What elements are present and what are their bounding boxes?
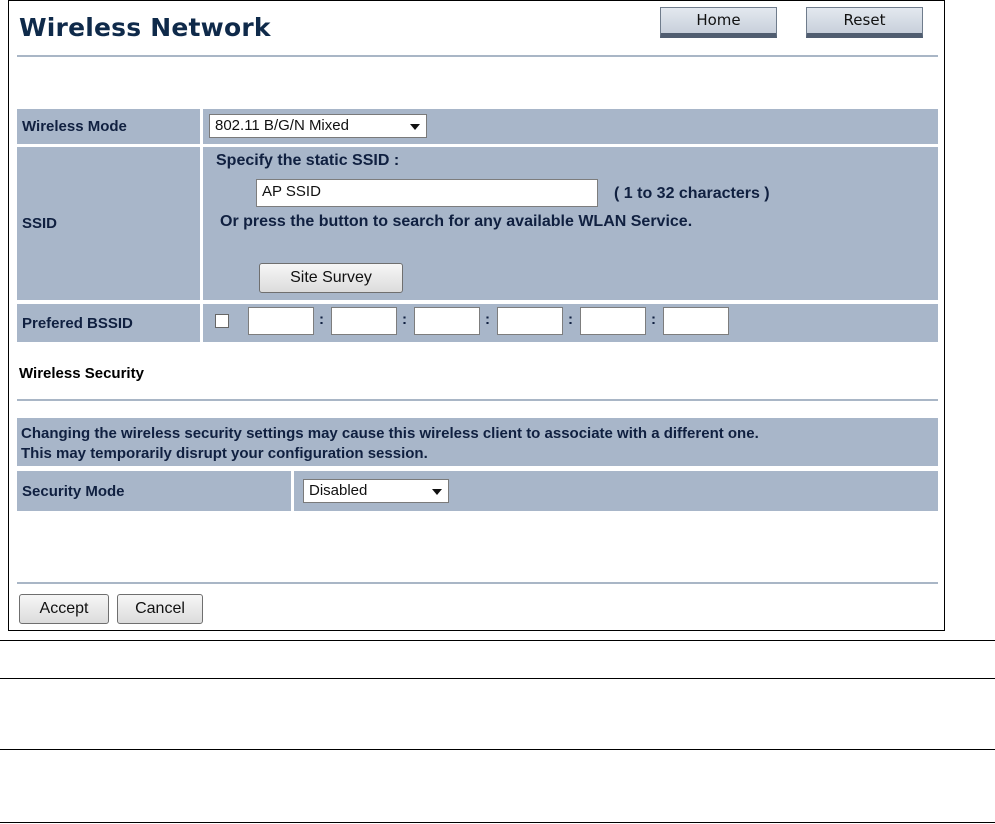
bssid-octet-4[interactable] [497,307,563,335]
ssid-search-text: Or press the button to search for any av… [220,213,693,230]
bssid-octet-6[interactable] [663,307,729,335]
bssid-octet-3[interactable] [414,307,480,335]
bssid-separator: : [568,311,573,328]
security-warning-line2: This may temporarily disrupt your config… [21,445,428,462]
bssid-octet-2[interactable] [331,307,397,335]
home-button[interactable]: Home [660,7,777,38]
preferred-bssid-checkbox[interactable] [215,314,229,328]
page-title: Wireless Network [19,13,271,42]
page-rule [0,640,995,641]
security-mode-value: Disabled [309,482,368,499]
security-warning-row: Changing the wireless security settings … [17,418,938,466]
title-divider [17,55,938,57]
bssid-separator: : [319,311,324,328]
security-mode-row: Security Mode Disabled [17,471,938,511]
security-mode-label: Security Mode [17,471,291,511]
bssid-octet-5[interactable] [580,307,646,335]
ssid-specify-text: Specify the static SSID : [216,152,400,169]
security-warning-line1: Changing the wireless security settings … [21,425,759,442]
wireless-mode-row: Wireless Mode 802.11 B/G/N Mixed [17,109,938,144]
ssid-label: SSID [17,147,200,300]
preferred-bssid-cell: : : : : : [203,304,938,342]
wireless-security-heading: Wireless Security [19,365,144,382]
ssid-row: SSID Specify the static SSID : AP SSID (… [17,147,938,300]
security-mode-select[interactable]: Disabled [303,479,449,503]
wireless-mode-cell: 802.11 B/G/N Mixed [203,109,938,144]
chevron-down-icon [432,489,442,495]
cancel-button[interactable]: Cancel [117,594,203,624]
ssid-length-hint: ( 1 to 32 characters ) [614,185,770,202]
bssid-separator: : [402,311,407,328]
bssid-octet-1[interactable] [248,307,314,335]
ssid-input[interactable]: AP SSID [256,179,598,207]
page-rule [0,822,995,823]
accept-button[interactable]: Accept [19,594,109,624]
wireless-mode-label: Wireless Mode [17,109,200,144]
page-rule [0,749,995,750]
security-divider [17,399,938,401]
wireless-mode-value: 802.11 B/G/N Mixed [215,117,349,134]
ssid-cell: Specify the static SSID : AP SSID ( 1 to… [203,147,938,300]
bssid-separator: : [651,311,656,328]
wireless-mode-select[interactable]: 802.11 B/G/N Mixed [209,114,427,138]
site-survey-button[interactable]: Site Survey [259,263,403,293]
footer-divider [17,582,938,584]
preferred-bssid-label: Prefered BSSID [17,304,200,342]
chevron-down-icon [410,124,420,130]
preferred-bssid-row: Prefered BSSID : : : : : [17,304,938,342]
settings-panel: Wireless Network Home Reset Wireless Mod… [8,0,945,631]
bssid-separator: : [485,311,490,328]
page-rule [0,678,995,679]
reset-button[interactable]: Reset [806,7,923,38]
security-mode-cell: Disabled [294,471,938,511]
